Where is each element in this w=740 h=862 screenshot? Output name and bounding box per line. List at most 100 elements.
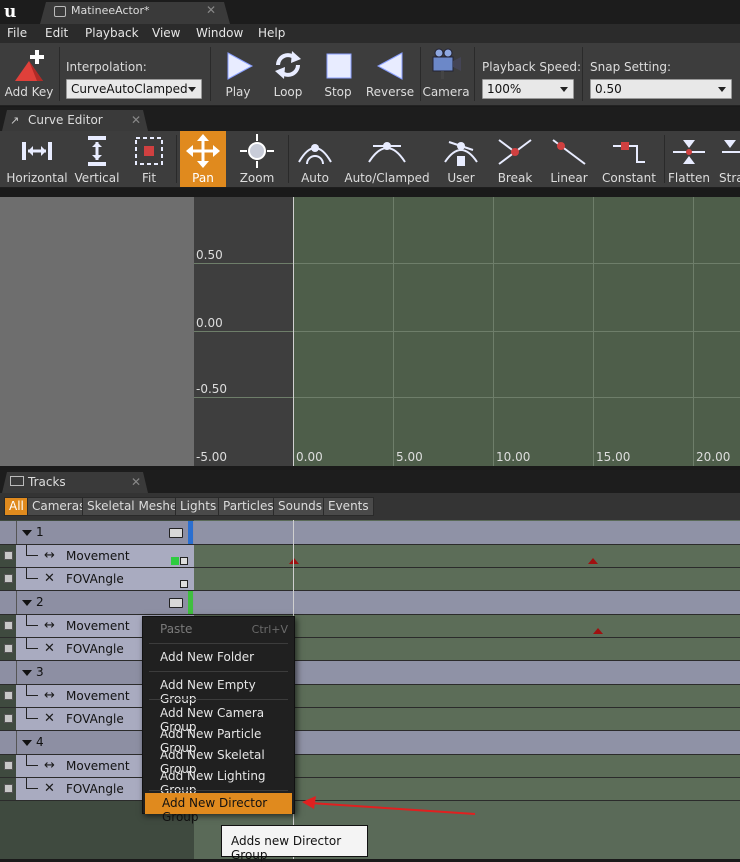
filter-skeletal-meshes[interactable]: Skeletal Meshes	[82, 497, 189, 516]
track-row[interactable]: ✕ FOVAngle	[0, 638, 740, 661]
loop-button[interactable]: Loop	[264, 43, 312, 105]
track-enable-checkbox[interactable]	[4, 784, 13, 793]
curve-toggle-icon[interactable]	[180, 557, 188, 565]
add-key-button[interactable]: Add Key	[2, 43, 56, 105]
auto-button[interactable]: Auto	[292, 131, 338, 187]
menu-view[interactable]: View	[152, 26, 180, 40]
collapse-triangle-icon[interactable]	[22, 530, 32, 536]
filter-lights[interactable]: Lights	[175, 497, 222, 516]
keyframe-marker[interactable]	[289, 558, 299, 564]
y-tick-label: 0.50	[196, 248, 223, 262]
user-label: User	[447, 171, 475, 185]
track-row[interactable]: ↔ Movement	[0, 615, 740, 638]
chevron-down-icon	[188, 87, 196, 92]
close-tab-icon[interactable]: ✕	[206, 3, 216, 17]
track-row[interactable]: ↔ Movement	[0, 755, 740, 778]
zoom-button[interactable]: Zoom	[232, 131, 282, 187]
unreal-logo-icon: u	[4, 2, 17, 22]
track-row[interactable]: ↔ Movement	[0, 545, 740, 568]
group-row[interactable]: 4	[0, 731, 740, 755]
menu-help[interactable]: Help	[258, 26, 285, 40]
linear-label: Linear	[550, 171, 588, 185]
interpolation-label: Interpolation:	[66, 60, 147, 74]
vertical-fit-button[interactable]: Vertical	[70, 131, 124, 187]
reverse-button[interactable]: Reverse	[364, 43, 416, 105]
menu-playback[interactable]: Playback	[85, 26, 139, 40]
group-row[interactable]: 1	[0, 521, 740, 545]
menu-file[interactable]: File	[7, 26, 27, 40]
tree-line	[26, 545, 38, 556]
break-button[interactable]: Break	[490, 131, 540, 187]
playback-speed-value: 100%	[487, 82, 522, 96]
track-row[interactable]: ↔ Movement	[0, 685, 740, 708]
camera-button[interactable]: Camera	[422, 43, 470, 105]
curve-toggle-icon[interactable]	[180, 580, 188, 588]
pan-button[interactable]: Pan	[180, 131, 226, 187]
keyframe-marker[interactable]	[588, 558, 598, 564]
filter-cameras[interactable]: Cameras	[27, 497, 91, 516]
group-row[interactable]: 2	[0, 591, 740, 615]
break-label: Break	[497, 171, 533, 185]
horizontal-label: Horizontal	[6, 171, 68, 185]
constant-button[interactable]: Constant	[598, 131, 660, 187]
play-icon	[227, 52, 254, 80]
menu-item-add-camera-group[interactable]: Add New Camera Group	[143, 703, 294, 734]
track-row[interactable]: ✕ FOVAngle	[0, 568, 740, 591]
interpolation-select[interactable]: CurveAutoClamped	[66, 79, 202, 99]
interpolation-value: CurveAutoClamped	[71, 82, 188, 96]
play-button[interactable]: Play	[214, 43, 262, 105]
track-enable-checkbox[interactable]	[4, 574, 13, 583]
linear-button[interactable]: Linear	[544, 131, 594, 187]
playback-speed-select[interactable]: 100%	[482, 79, 574, 99]
close-tab-icon[interactable]: ✕	[131, 475, 141, 489]
filter-particles[interactable]: Particles	[218, 497, 279, 516]
track-enable-checkbox[interactable]	[4, 621, 13, 630]
paste-label: Paste	[160, 622, 193, 636]
menu-edit[interactable]: Edit	[45, 26, 68, 40]
tracks-icon	[10, 476, 24, 486]
curve-editor-tab-label: Curve Editor	[28, 113, 103, 127]
track-enable-checkbox[interactable]	[4, 714, 13, 723]
track-enable-checkbox[interactable]	[4, 644, 13, 653]
stop-button[interactable]: Stop	[314, 43, 362, 105]
loop-icon	[275, 51, 301, 79]
menu-item-add-empty-group[interactable]: Add New Empty Group	[143, 675, 294, 706]
flatten-button[interactable]: Flatten	[666, 131, 712, 187]
filter-events[interactable]: Events	[323, 497, 374, 516]
close-tab-icon[interactable]: ✕	[131, 113, 141, 127]
collapse-triangle-icon[interactable]	[22, 600, 32, 606]
fit-button[interactable]: Fit	[126, 131, 172, 187]
zoom-icon	[240, 134, 274, 168]
menu-item-add-director-group[interactable]: Add New Director Group	[145, 793, 292, 824]
menu-item-add-particle-group[interactable]: Add New Particle Group	[143, 724, 294, 755]
flatten-tangent-icon	[673, 140, 705, 164]
keyframe-marker[interactable]	[593, 628, 603, 634]
auto-clamped-button[interactable]: Auto/Clamped	[344, 131, 430, 187]
curve-icon: ↗	[10, 114, 20, 127]
group-name: 4	[36, 735, 44, 749]
menu-item-add-lighting-group[interactable]: Add New Lighting Group	[143, 766, 294, 797]
horizontal-fit-button[interactable]: Horizontal	[6, 131, 68, 187]
snap-setting-value: 0.50	[595, 82, 622, 96]
tree-line	[26, 568, 38, 579]
track-enable-checkbox[interactable]	[4, 691, 13, 700]
collapse-triangle-icon[interactable]	[22, 740, 32, 746]
straighten-button[interactable]: Stra	[716, 131, 740, 187]
group-row[interactable]: 3	[0, 661, 740, 685]
filter-all[interactable]: All	[4, 497, 29, 516]
folder-icon	[169, 598, 183, 608]
track-enable-checkbox[interactable]	[4, 551, 13, 560]
collapse-triangle-icon[interactable]	[22, 670, 32, 676]
movement-icon: ↔	[44, 758, 55, 773]
menu-item-add-folder[interactable]: Add New Folder	[143, 647, 294, 668]
filter-sounds[interactable]: Sounds	[273, 497, 328, 516]
user-button[interactable]: User	[436, 131, 486, 187]
track-row[interactable]: ✕ FOVAngle	[0, 708, 740, 731]
chevron-down-icon	[718, 87, 726, 92]
track-enable-checkbox[interactable]	[4, 761, 13, 770]
menu-item-add-skeletal-group[interactable]: Add New Skeletal Group	[143, 745, 294, 776]
curve-track-list[interactable]	[0, 197, 194, 466]
vertical-label: Vertical	[74, 171, 120, 185]
snap-setting-select[interactable]: 0.50	[590, 79, 732, 99]
menu-window[interactable]: Window	[196, 26, 243, 40]
